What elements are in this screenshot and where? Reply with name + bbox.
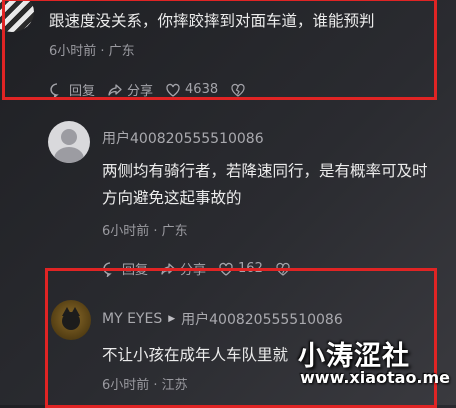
reply-label: 回复 <box>122 263 149 278</box>
share-label: 分享 <box>127 84 154 99</box>
like-count: 4638 <box>185 82 219 97</box>
reply-arrow-icon: ▶ <box>168 314 176 324</box>
comment-username[interactable]: MY EYES <box>102 311 162 327</box>
watermark-url: www.xiaotao.me <box>300 368 451 387</box>
comment-meta: 6小时前 · 广东 <box>49 44 135 59</box>
reply-target-username[interactable]: 用户400820555510086 <box>181 309 343 329</box>
share-label: 分享 <box>180 263 207 278</box>
dislike-button[interactable] <box>275 261 291 277</box>
cat-avatar[interactable] <box>51 300 91 340</box>
share-icon <box>108 83 122 96</box>
like-button[interactable]: 4638 <box>165 82 218 98</box>
comment-text-line: 两侧均有骑行者，若降速同行，是有概率可及时 <box>102 162 428 180</box>
dislike-button[interactable] <box>230 82 246 98</box>
comment-meta: 6小时前 · 江苏 <box>102 378 188 393</box>
comment-actions: 回复 分享 4638 <box>49 80 258 99</box>
heart-icon <box>166 83 180 97</box>
comment-actions: 回复 分享 162 <box>102 259 303 278</box>
comment-meta: 6小时前 · 广东 <box>102 224 188 239</box>
broken-heart-icon <box>231 83 245 97</box>
reply-label: 回复 <box>69 84 96 99</box>
share-icon <box>161 262 175 275</box>
share-button[interactable]: 分享 <box>160 259 206 278</box>
commenter-avatar[interactable] <box>0 0 34 32</box>
reply-button[interactable]: 回复 <box>102 259 148 278</box>
default-avatar[interactable] <box>48 121 90 163</box>
like-button[interactable]: 162 <box>218 261 263 277</box>
comment-text: 跟速度没关系，你摔跤摔到对面车道，谁能预判 <box>49 12 375 30</box>
comment-text-line: 方向避免这起事故的 <box>102 189 242 207</box>
share-button[interactable]: 分享 <box>107 80 153 99</box>
heart-icon <box>219 262 233 276</box>
broken-heart-icon <box>276 262 290 276</box>
reply-icon <box>103 261 112 277</box>
comment-username[interactable]: 用户400820555510086 <box>102 128 264 148</box>
reply-icon <box>50 82 59 98</box>
reply-button[interactable]: 回复 <box>49 80 95 99</box>
comment-text: 两侧均有骑行者，若降速同行，是有概率可及时 方向避免这起事故的 <box>102 158 456 212</box>
comment-text: 不让小孩在成年人车队里就 <box>102 346 289 364</box>
like-count: 162 <box>238 261 263 276</box>
reply-header: MY EYES ▶ 用户400820555510086 <box>102 309 343 329</box>
